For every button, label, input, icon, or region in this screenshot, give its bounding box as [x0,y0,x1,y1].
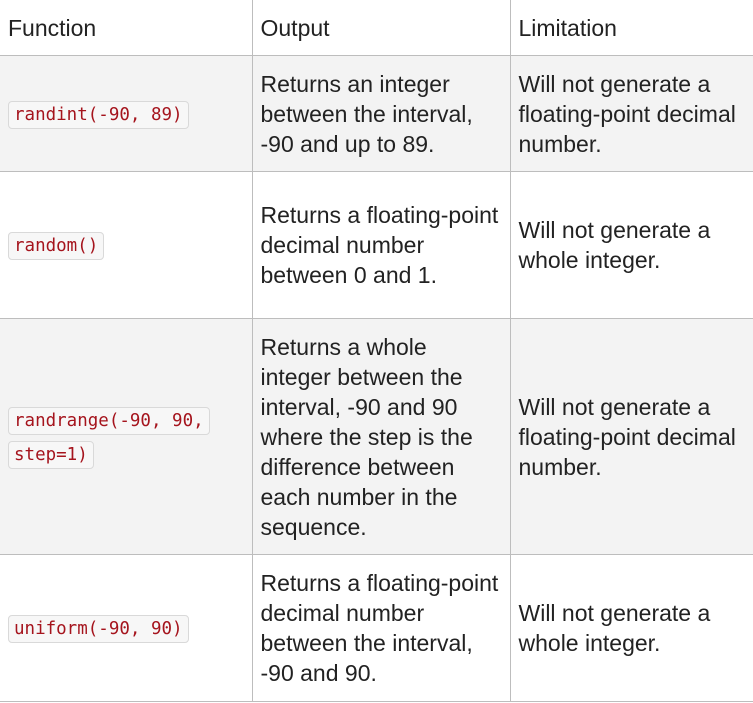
table-row: random() Returns a floating-point decima… [0,171,753,319]
function-code: randint(-90, 89) [8,100,189,129]
function-cell: randint(-90, 89) [0,55,253,172]
header-row: Function Output Limitation [0,0,753,56]
function-cell: random() [0,171,253,319]
header-limitation: Limitation [509,0,753,56]
output-cell: Returns a floating-point decimal number … [251,171,511,319]
functions-table: Function Output Limitation randint(-90, … [0,0,753,702]
function-cell: randrange(-90, 90, step=1) [0,318,253,555]
limitation-cell: Will not generate a whole integer. [509,171,753,319]
header-function: Function [0,0,253,56]
table-row: randrange(-90, 90, step=1) Returns a who… [0,318,753,555]
function-code: random() [8,232,105,260]
limitation-cell: Will not generate a floating-point decim… [509,318,753,555]
output-cell: Returns a whole integer between the inte… [251,318,511,555]
function-code: uniform(-90, 90) [8,615,189,643]
output-cell: Returns an integer between the interval,… [251,55,511,172]
output-cell: Returns a floating-point decimal number … [251,554,511,702]
limitation-cell: Will not generate a floating-point decim… [509,55,753,172]
limitation-cell: Will not generate a whole integer. [509,554,753,702]
function-code: randrange(-90, 90, step=1) [8,406,210,469]
function-cell: uniform(-90, 90) [0,554,253,702]
header-output: Output [251,0,511,56]
table-row: uniform(-90, 90) Returns a floating-poin… [0,554,753,702]
table-row: randint(-90, 89) Returns an integer betw… [0,55,753,172]
